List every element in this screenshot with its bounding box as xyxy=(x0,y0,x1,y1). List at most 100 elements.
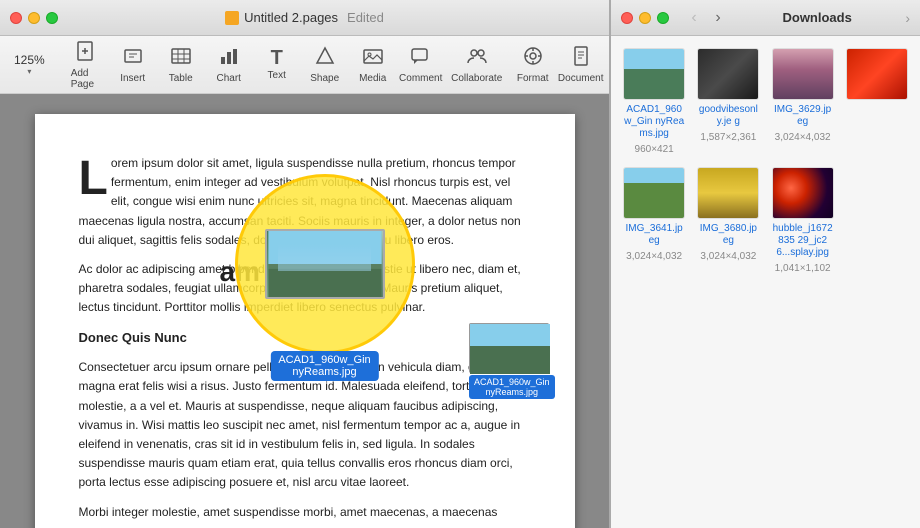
item-name: IMG_3641.jpeg xyxy=(623,223,685,247)
document-label: Document xyxy=(558,73,604,84)
filename-badge: ACAD1_960w_GinnyReams.jpg xyxy=(270,351,378,381)
zoom-arrow-icon: ▾ xyxy=(27,67,31,76)
finder-back-button[interactable]: ‹ xyxy=(683,7,705,29)
list-item[interactable]: IMG_3641.jpeg 3,024×4,032 xyxy=(623,167,685,274)
drag-thumb-badge: ACAD1_960w_GinnyReams.jpg xyxy=(469,375,555,399)
window-title: Untitled 2.pages Edited xyxy=(225,10,384,25)
drag-circle: ACAD1_960w_GinnyReams.jpg xyxy=(235,174,415,354)
add-page-icon xyxy=(74,40,96,66)
finder-nav: ‹ › xyxy=(683,7,729,29)
comment-button[interactable]: Comment xyxy=(399,41,443,88)
finder-content: ACAD1_960w_Gin nyReams.jpg 960×421 goodv… xyxy=(611,36,920,528)
item-name: IMG_3680.jpeg xyxy=(697,223,759,247)
add-page-label: Add Page xyxy=(71,68,99,90)
finder-maximize-button[interactable] xyxy=(657,12,669,24)
collaborate-label: Collaborate xyxy=(451,73,502,84)
pages-icon xyxy=(225,11,239,25)
insert-icon xyxy=(122,45,144,71)
drag-thumb-small: ACAD1_960w_GinnyReams.jpg xyxy=(469,323,555,399)
list-item[interactable]: hubble_j1672835 29_jc26...splay.jpg 1,04… xyxy=(772,167,834,274)
item-thumbnail xyxy=(623,48,685,100)
title-bar: Untitled 2.pages Edited xyxy=(0,0,609,36)
thumbnail-image xyxy=(624,49,684,99)
drag-thumb-image xyxy=(469,323,549,373)
item-name: IMG_3629.jpeg xyxy=(772,104,834,128)
drag-overlay: ACAD1_960w_GinnyReams.jpg xyxy=(235,174,415,354)
media-button[interactable]: Media xyxy=(351,41,395,88)
thumbnail-image xyxy=(698,49,758,99)
document-icon xyxy=(570,45,592,71)
chart-label: Chart xyxy=(216,73,240,84)
finder-minimize-button[interactable] xyxy=(639,12,651,24)
finder-window-controls xyxy=(621,12,669,24)
format-icon xyxy=(522,45,544,71)
zoom-value: 125% xyxy=(14,53,45,67)
item-size: 960×421 xyxy=(635,144,674,155)
collaborate-button[interactable]: Collaborate xyxy=(455,41,499,88)
maximize-button[interactable] xyxy=(46,12,58,24)
add-page-button[interactable]: Add Page xyxy=(63,36,107,94)
shape-icon xyxy=(314,45,336,71)
document-page: L orem ipsum dolor sit amet, ligula susp… xyxy=(35,114,575,528)
text-button[interactable]: T Text xyxy=(255,44,299,85)
comment-icon xyxy=(410,45,432,71)
insert-button[interactable]: Insert xyxy=(111,41,155,88)
thumbnail-image xyxy=(847,49,907,99)
table-button[interactable]: Table xyxy=(159,41,203,88)
item-thumbnail xyxy=(697,48,759,100)
chart-icon xyxy=(218,45,240,71)
collaborate-icon xyxy=(466,45,488,71)
finder-forward-button[interactable]: › xyxy=(707,7,729,29)
list-item[interactable]: IMG_3680.jpeg 3,024×4,032 xyxy=(697,167,759,274)
thumbnail-image xyxy=(773,49,833,99)
item-thumbnail xyxy=(772,48,834,100)
document-button[interactable]: Document xyxy=(559,41,603,88)
finder-title-bar: ‹ › Downloads › xyxy=(611,0,920,36)
text-label: Text xyxy=(268,70,286,81)
insert-label: Insert xyxy=(120,73,145,84)
paragraph-4: Morbi integer molestie, amet suspendisse… xyxy=(79,503,531,522)
item-name: ACAD1_960w_Gin nyReams.jpg xyxy=(623,104,685,140)
media-icon xyxy=(362,45,384,71)
item-size: 1,041×1,102 xyxy=(775,263,831,274)
document-subtitle: Edited xyxy=(347,10,384,25)
thumbnail-image xyxy=(698,168,758,218)
item-thumbnail xyxy=(697,167,759,219)
thumbnail-image xyxy=(773,168,833,218)
table-label: Table xyxy=(169,73,193,84)
document-area: L orem ipsum dolor sit amet, ligula susp… xyxy=(0,94,609,528)
finder-window: ‹ › Downloads › ACAD1_960w_Gin nyReams.j… xyxy=(610,0,920,528)
finder-title: Downloads xyxy=(737,10,897,25)
list-item[interactable] xyxy=(846,48,908,155)
finder-close-button[interactable] xyxy=(621,12,633,24)
item-thumbnail xyxy=(846,48,908,100)
pages-window: Untitled 2.pages Edited 125% ▾ Add Page xyxy=(0,0,610,528)
format-label: Format xyxy=(517,73,549,84)
window-controls xyxy=(10,12,58,24)
item-size: 3,024×4,032 xyxy=(626,251,682,262)
item-thumbnail xyxy=(772,167,834,219)
item-name: goodvibesonly.je g xyxy=(697,104,759,128)
drag-image-preview xyxy=(265,229,385,299)
document-title: Untitled 2.pages xyxy=(244,10,338,25)
close-button[interactable] xyxy=(10,12,22,24)
zoom-control[interactable]: 125% ▾ xyxy=(8,49,51,80)
item-size: 3,024×4,032 xyxy=(700,251,756,262)
item-name: hubble_j1672835 29_jc26...splay.jpg xyxy=(772,223,834,259)
thumbnail-image xyxy=(624,168,684,218)
list-item[interactable]: goodvibesonly.je g 1,587×2,361 xyxy=(697,48,759,155)
item-size: 3,024×4,032 xyxy=(775,132,831,143)
format-button[interactable]: Format xyxy=(511,41,555,88)
shape-button[interactable]: Shape xyxy=(303,41,347,88)
list-item[interactable]: IMG_3629.jpeg 3,024×4,032 xyxy=(772,48,834,155)
shape-label: Shape xyxy=(310,73,339,84)
comment-label: Comment xyxy=(399,73,442,84)
chart-button[interactable]: Chart xyxy=(207,41,251,88)
finder-expand-button[interactable]: › xyxy=(905,10,910,26)
minimize-button[interactable] xyxy=(28,12,40,24)
list-item[interactable]: ACAD1_960w_Gin nyReams.jpg 960×421 xyxy=(623,48,685,155)
toolbar: 125% ▾ Add Page xyxy=(0,36,609,94)
drop-cap: L xyxy=(79,160,108,198)
item-thumbnail xyxy=(623,167,685,219)
text-icon: T xyxy=(271,48,283,68)
